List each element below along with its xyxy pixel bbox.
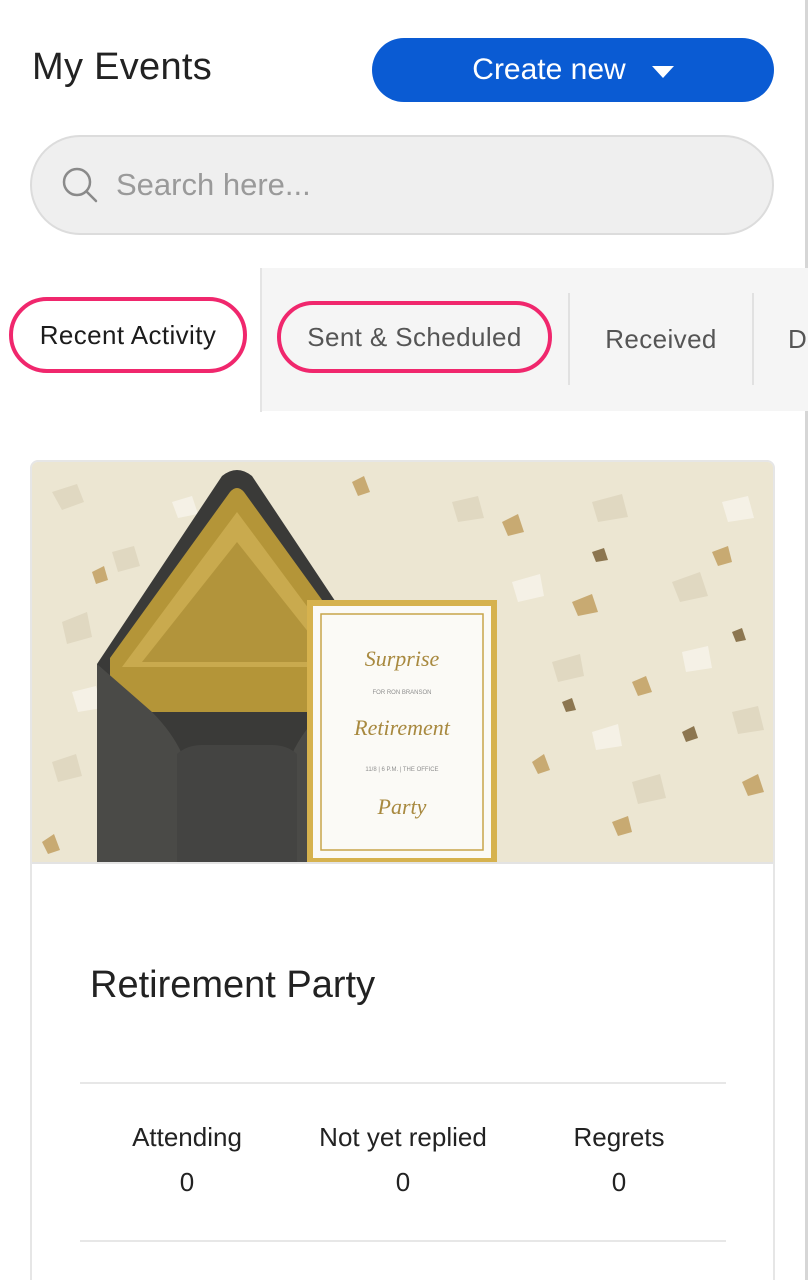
caret-down-icon xyxy=(651,65,674,78)
invite-line-retirement: Retirement xyxy=(353,715,451,740)
tab-recent-activity[interactable]: Recent Activity xyxy=(9,297,247,373)
stat-not-replied-label: Not yet replied xyxy=(319,1122,487,1152)
stat-attending: Attending 0 xyxy=(72,1122,302,1198)
search-icon xyxy=(62,167,98,203)
stats-divider-top xyxy=(80,1082,726,1084)
create-new-button[interactable]: Create new xyxy=(372,38,774,102)
search-bar[interactable] xyxy=(30,135,774,235)
search-input[interactable] xyxy=(114,166,674,204)
event-card[interactable]: Surprise FOR RON BRANSON Retirement 11/8… xyxy=(30,460,775,1280)
invite-line-surprise: Surprise xyxy=(365,646,440,671)
tab-partial-overflow[interactable]: D xyxy=(782,301,808,377)
event-title: Retirement Party xyxy=(90,964,376,1006)
page-title: My Events xyxy=(32,46,213,88)
tab-sent-scheduled[interactable]: Sent & Scheduled xyxy=(277,301,552,373)
tab-received[interactable]: Received xyxy=(568,293,754,385)
invitation-illustration: Surprise FOR RON BRANSON Retirement 11/8… xyxy=(32,462,773,862)
create-new-label: Create new xyxy=(472,53,626,86)
invite-line-honoree: FOR RON BRANSON xyxy=(372,690,431,696)
stat-regrets-value: 0 xyxy=(611,1167,627,1197)
stat-not-replied-value: 0 xyxy=(395,1167,411,1197)
stat-attending-label: Attending xyxy=(132,1122,242,1152)
stat-not-replied: Not yet replied 0 xyxy=(288,1122,518,1198)
invite-line-details: 11/8 | 6 P.M. | THE OFFICE xyxy=(365,767,438,773)
stats-divider-bottom xyxy=(80,1240,726,1242)
stat-regrets: Regrets 0 xyxy=(504,1122,734,1198)
event-hero-image: Surprise FOR RON BRANSON Retirement 11/8… xyxy=(32,462,773,864)
stat-attending-value: 0 xyxy=(179,1167,195,1197)
my-events-page: My Events Create new Recent Activity Sen… xyxy=(0,0,808,1280)
stat-regrets-label: Regrets xyxy=(573,1122,665,1152)
invite-line-party: Party xyxy=(377,794,427,819)
